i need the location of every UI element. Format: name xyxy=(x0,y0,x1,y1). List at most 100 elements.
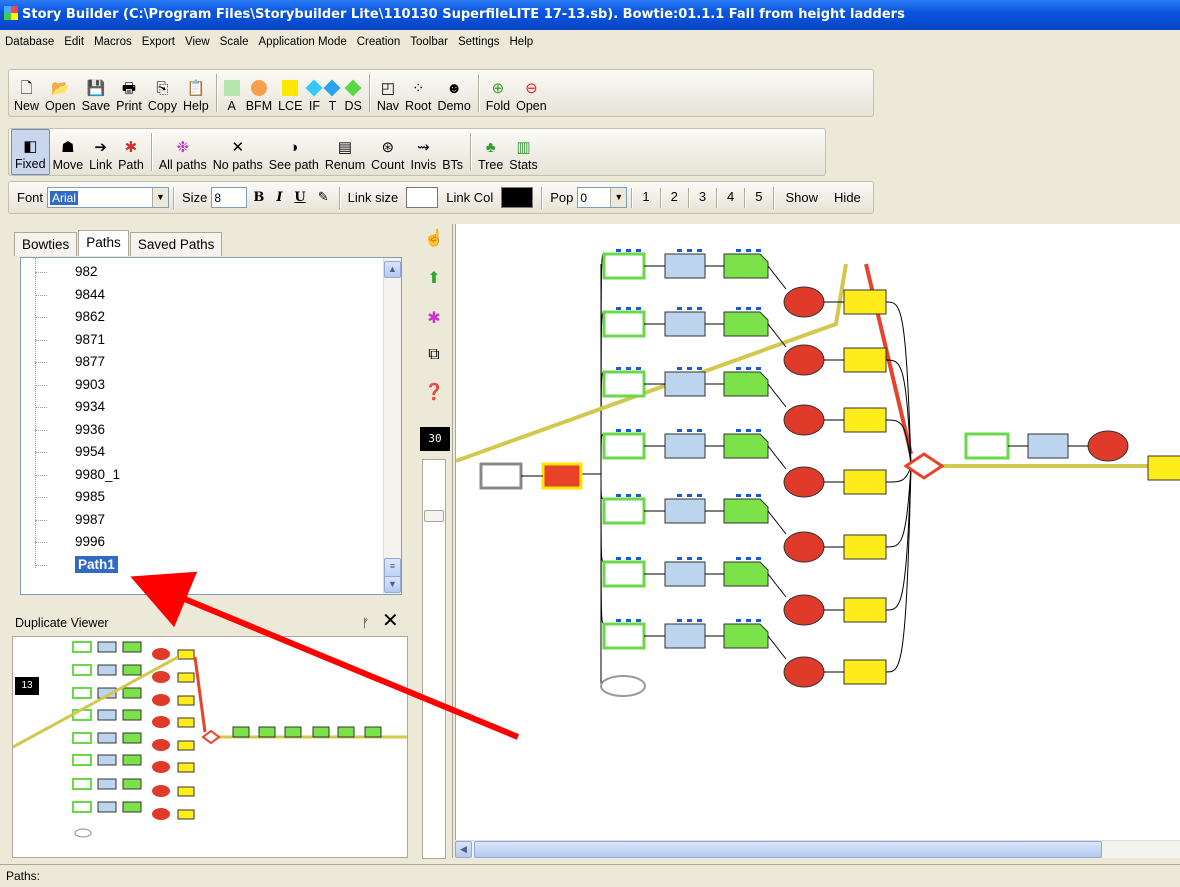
menu-help[interactable]: Help xyxy=(505,30,539,54)
duplicate-viewer-title: Duplicate Viewer xyxy=(15,616,109,630)
pop-label: Pop xyxy=(550,190,574,205)
level-2-button[interactable]: 2 xyxy=(671,189,678,204)
level-5-button[interactable]: 5 xyxy=(755,189,762,204)
pin-icon[interactable]: ᚠ xyxy=(362,612,369,634)
open-button[interactable]: 📂 Open xyxy=(42,70,79,116)
save-button[interactable]: 💾 Save xyxy=(79,70,114,116)
up-arrow-icon[interactable]: ⬆ xyxy=(423,268,445,290)
bowtie-canvas[interactable] xyxy=(455,224,1180,858)
menu-application-mode[interactable]: Application Mode xyxy=(254,30,352,54)
bold-button[interactable]: B xyxy=(253,190,264,205)
canvas-hscrollbar[interactable]: ◀ xyxy=(455,840,1180,858)
tree-item[interactable]: 9996 xyxy=(21,531,383,554)
tree-item[interactable]: 9934 xyxy=(21,396,383,419)
zoom-slider-thumb[interactable] xyxy=(424,510,444,522)
close-icon[interactable]: ✕ xyxy=(382,608,399,634)
zoom-slider[interactable] xyxy=(422,459,446,859)
new-button[interactable]: 🗋 New xyxy=(11,70,42,116)
count-button[interactable]: ⊛ Count xyxy=(368,129,407,175)
help-button[interactable]: 📋 Help xyxy=(180,70,212,116)
help-icon[interactable]: ❓ xyxy=(423,382,445,404)
stats-button[interactable]: ▥ Stats xyxy=(506,129,541,175)
tree-scrollbar[interactable]: ▲ ≡ ▼ xyxy=(383,258,401,594)
menu-edit[interactable]: Edit xyxy=(59,30,89,54)
level-1-button[interactable]: 1 xyxy=(642,189,649,204)
tree-item-label: 9985 xyxy=(75,489,106,504)
fixed-button[interactable]: ◧ Fixed xyxy=(11,129,50,175)
node-bfm-button[interactable]: BFM xyxy=(243,70,275,116)
tab-bowties[interactable]: Bowties xyxy=(14,232,78,256)
fold-button[interactable]: ⊕ Fold xyxy=(483,70,513,116)
node-if-button[interactable]: IF xyxy=(305,70,323,116)
open-button[interactable]: ⊖ Open xyxy=(513,70,550,116)
bts-button[interactable]: BTs xyxy=(439,129,466,175)
demo-button[interactable]: ☻ Demo xyxy=(434,70,473,116)
menu-export[interactable]: Export xyxy=(137,30,180,54)
underline-button[interactable]: U xyxy=(294,190,305,205)
menu-creation[interactable]: Creation xyxy=(352,30,405,54)
scroll-left-icon[interactable]: ◀ xyxy=(455,841,472,858)
pop-select[interactable]: 0 ▼ xyxy=(577,187,628,208)
tree-item[interactable]: 9844 xyxy=(21,284,383,307)
menu-database[interactable]: Database xyxy=(0,30,59,54)
italic-button[interactable]: I xyxy=(276,190,282,205)
tree-item[interactable]: Path1 xyxy=(21,554,383,577)
node-t-button[interactable]: T xyxy=(323,70,341,116)
node-lce-button[interactable]: LCE xyxy=(275,70,305,116)
tree-item[interactable]: 9954 xyxy=(21,441,383,464)
scroll-up-icon[interactable]: ▲ xyxy=(384,261,401,278)
tree-button[interactable]: ♣ Tree xyxy=(475,129,506,175)
chevron-down-icon[interactable]: ▼ xyxy=(152,188,169,207)
level-4-button[interactable]: 4 xyxy=(727,189,734,204)
tree-item[interactable]: 9862 xyxy=(21,306,383,329)
nav-button[interactable]: ◰ Nav xyxy=(374,70,402,116)
tab-paths[interactable]: Paths xyxy=(78,230,129,256)
size-input[interactable]: 8 xyxy=(211,187,248,208)
path-button[interactable]: ✱ Path xyxy=(115,129,147,175)
tree-item[interactable]: 9936 xyxy=(21,419,383,442)
duplicate-viewer-canvas[interactable]: 13 xyxy=(12,636,408,858)
tree-item[interactable]: 9903 xyxy=(21,374,383,397)
all-paths-button[interactable]: ❉ All paths xyxy=(156,129,210,175)
tree-item[interactable]: 9980_1 xyxy=(21,464,383,487)
node-ds-button[interactable]: DS xyxy=(341,70,364,116)
show-button[interactable]: Show xyxy=(786,190,819,205)
menu-settings[interactable]: Settings xyxy=(453,30,505,54)
menu-scale[interactable]: Scale xyxy=(215,30,254,54)
copy-icon[interactable]: ⧉ xyxy=(423,344,445,366)
bowtie-diagram xyxy=(456,249,1180,697)
new-file-icon: 🗋 xyxy=(20,79,33,97)
link-button[interactable]: ➔ Link xyxy=(86,129,115,175)
root-button[interactable]: ⁘ Root xyxy=(402,70,434,116)
hide-button[interactable]: Hide xyxy=(834,190,861,205)
level-3-button[interactable]: 3 xyxy=(699,189,706,204)
tree-item[interactable]: 9985 xyxy=(21,486,383,509)
menu-toolbar[interactable]: Toolbar xyxy=(405,30,453,54)
scroll-down-icon[interactable]: ▼ xyxy=(384,576,401,593)
hand-icon[interactable]: ☝ xyxy=(423,228,445,250)
menu-macros[interactable]: Macros xyxy=(89,30,137,54)
tree-item[interactable]: 9877 xyxy=(21,351,383,374)
tab-saved-paths[interactable]: Saved Paths xyxy=(129,232,223,256)
node-a-button[interactable]: A xyxy=(221,70,243,116)
button-label: Help xyxy=(183,99,209,113)
font-select[interactable]: Arial ▼ xyxy=(47,187,170,208)
menu-view[interactable]: View xyxy=(180,30,215,54)
brush-icon[interactable]: ✎ xyxy=(318,190,329,205)
print-button[interactable]: 🖶 Print xyxy=(113,70,145,116)
renum-button[interactable]: ▤ Renum xyxy=(322,129,368,175)
no-paths-button[interactable]: ✕ No paths xyxy=(210,129,266,175)
tree-item[interactable]: 982 xyxy=(21,261,383,284)
scroll-thumb[interactable] xyxy=(474,841,1102,858)
chevron-down-icon[interactable]: ▼ xyxy=(610,188,627,207)
tree-item[interactable]: 9871 xyxy=(21,329,383,352)
see-path-button[interactable]: ◑ See path xyxy=(266,129,322,175)
link-size-input[interactable] xyxy=(406,187,439,208)
move-button[interactable]: ☗ Move xyxy=(50,129,87,175)
path-icon[interactable]: ✱ xyxy=(423,308,445,330)
nav-icon: ◰ xyxy=(380,79,396,97)
invis-button[interactable]: ⇝ Invis xyxy=(408,129,440,175)
copy-button[interactable]: ⎘ Copy xyxy=(145,70,180,116)
tree-item[interactable]: 9987 xyxy=(21,509,383,532)
link-color-swatch[interactable] xyxy=(501,187,534,208)
